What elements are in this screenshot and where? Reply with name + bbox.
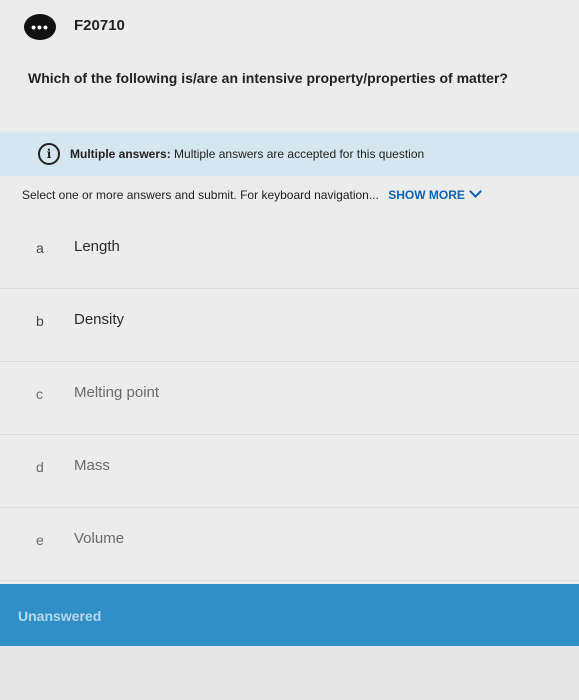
option-letter: d	[36, 459, 44, 475]
option-letter: b	[36, 313, 44, 329]
show-more-label: SHOW MORE	[388, 188, 465, 202]
option-c[interactable]: c Melting point	[0, 362, 579, 435]
option-e[interactable]: e Volume	[0, 508, 579, 581]
instructions: Select one or more answers and submit. F…	[22, 185, 572, 202]
answer-status: Unanswered	[18, 608, 102, 624]
info-banner: i Multiple answers: Multiple answers are…	[0, 132, 579, 176]
instructions-text: Select one or more answers and submit. F…	[22, 188, 379, 202]
option-label: Volume	[74, 530, 125, 547]
info-title: Multiple answers:	[70, 147, 171, 161]
question-id: F20710	[74, 17, 125, 34]
header: ••• F20710	[0, 0, 579, 58]
info-icon: i	[38, 143, 60, 165]
option-letter: a	[36, 240, 44, 256]
option-label: Mass	[74, 457, 110, 474]
footer	[0, 646, 579, 700]
option-b[interactable]: b Density	[0, 289, 579, 362]
option-d[interactable]: d Mass	[0, 435, 579, 508]
option-letter: e	[36, 532, 44, 548]
show-more-link[interactable]: SHOW MORE	[388, 185, 482, 202]
status-bar: Unanswered	[0, 584, 579, 646]
answer-options: a Length b Density c Melting point d Mas…	[0, 216, 579, 581]
ellipsis-icon: •••	[31, 19, 49, 35]
more-menu-button[interactable]: •••	[24, 14, 56, 40]
info-text: Multiple answers: Multiple answers are a…	[70, 147, 424, 161]
info-message: Multiple answers are accepted for this q…	[174, 147, 425, 161]
option-label: Density	[74, 311, 125, 328]
option-a[interactable]: a Length	[0, 216, 579, 289]
option-label: Length	[74, 238, 120, 255]
question-text: Which of the following is/are an intensi…	[28, 70, 508, 86]
option-label: Melting point	[74, 384, 160, 401]
option-letter: c	[36, 386, 43, 402]
chevron-down-icon	[469, 185, 482, 198]
